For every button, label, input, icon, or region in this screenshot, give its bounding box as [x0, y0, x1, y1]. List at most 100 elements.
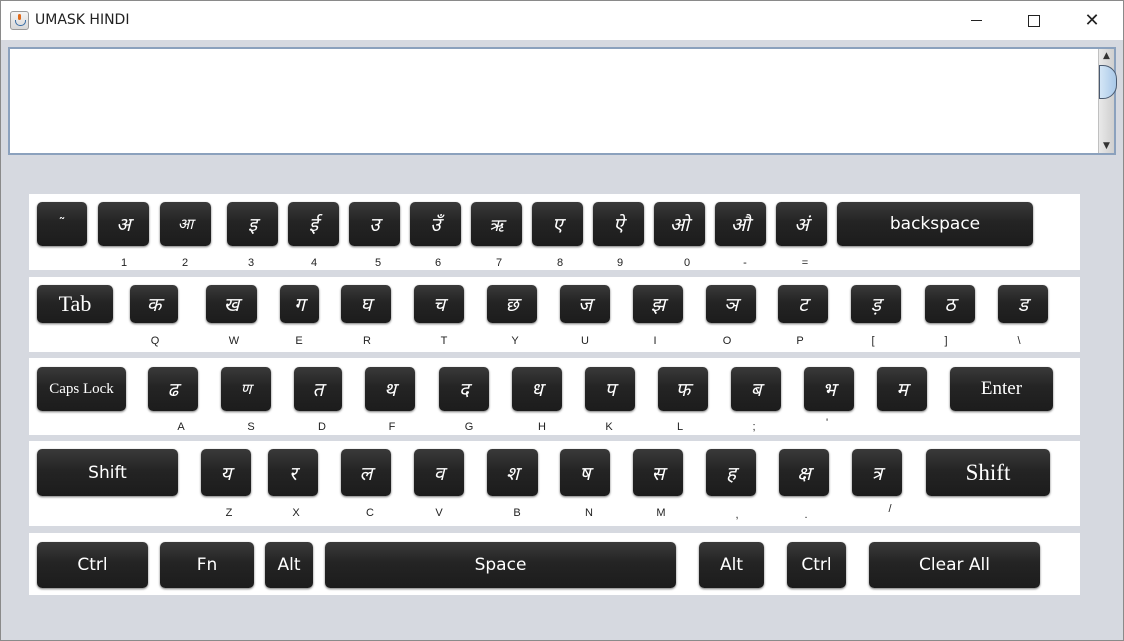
right-alt-key[interactable]: Alt	[699, 542, 764, 588]
key-ksha[interactable]: क्ष	[779, 449, 829, 496]
key-au[interactable]: औ	[715, 202, 766, 246]
key-dha[interactable]: ध	[512, 367, 562, 411]
key-sublabel: 2	[181, 257, 189, 269]
key-sublabel: \	[1017, 335, 1021, 347]
keyboard-row-1: ˜ अ आ इ ई उ उँ ऋ ए ऐ ओ औ अं backspace 1 …	[29, 194, 1080, 270]
key-gha[interactable]: घ	[341, 285, 391, 323]
key-ii[interactable]: ई	[288, 202, 339, 246]
key-sublabel: M	[656, 507, 666, 519]
backspace-key[interactable]: backspace	[837, 202, 1033, 246]
key-sublabel: H	[538, 421, 546, 433]
key-sublabel: 4	[310, 257, 318, 269]
vertical-scrollbar[interactable]: ▲ ▼	[1098, 49, 1117, 153]
key-sublabel: F	[388, 421, 396, 433]
scroll-up-arrow-icon[interactable]: ▲	[1099, 49, 1114, 63]
key-sublabel: W	[228, 335, 240, 347]
key-sha[interactable]: श	[487, 449, 538, 496]
key-ga[interactable]: ग	[280, 285, 319, 323]
key-ttha[interactable]: ठ	[925, 285, 975, 323]
key-sublabel: ,	[735, 509, 739, 521]
key-ddha[interactable]: ढ	[148, 367, 198, 411]
title-bar: UMASK HINDI ✕	[1, 1, 1123, 40]
key-pa[interactable]: प	[585, 367, 635, 411]
keyboard-row-5: Ctrl Fn Alt Space Alt Ctrl Clear All	[29, 533, 1080, 595]
key-sublabel: Q	[150, 335, 160, 347]
key-ha[interactable]: ह	[706, 449, 756, 496]
key-sublabel: I	[653, 335, 657, 347]
scrollbar-thumb[interactable]	[1099, 65, 1117, 99]
enter-key[interactable]: Enter	[950, 367, 1053, 411]
space-key[interactable]: Space	[325, 542, 676, 588]
key-sublabel: ]	[944, 335, 948, 347]
key-chha[interactable]: छ	[487, 285, 537, 323]
left-alt-key[interactable]: Alt	[265, 542, 313, 588]
key-sublabel: N	[585, 507, 593, 519]
maximize-icon	[1028, 14, 1040, 27]
close-button[interactable]: ✕	[1063, 1, 1121, 40]
maximize-button[interactable]	[1005, 1, 1063, 40]
key-sublabel: T	[440, 335, 448, 347]
key-da[interactable]: द	[439, 367, 489, 411]
key-sublabel: V	[435, 507, 443, 519]
key-jha[interactable]: झ	[633, 285, 683, 323]
key-dda[interactable]: ड	[998, 285, 1048, 323]
key-sublabel: K	[605, 421, 613, 433]
key-tha[interactable]: थ	[365, 367, 415, 411]
key-ai[interactable]: ऐ	[593, 202, 644, 246]
key-sublabel: Y	[511, 335, 519, 347]
key-i[interactable]: इ	[227, 202, 278, 246]
key-pha[interactable]: फ	[658, 367, 708, 411]
left-shift-key[interactable]: Shift	[37, 449, 178, 496]
key-ri[interactable]: ऋ	[471, 202, 522, 246]
key-u-chandrabindu[interactable]: उँ	[410, 202, 461, 246]
key-sublabel: 8	[556, 257, 564, 269]
key-sublabel: E	[295, 335, 303, 347]
key-sublabel: U	[581, 335, 589, 347]
key-sublabel: 1	[120, 257, 128, 269]
key-nya[interactable]: ञ	[706, 285, 756, 323]
key-cha[interactable]: च	[414, 285, 464, 323]
key-sublabel: L	[676, 421, 684, 433]
key-sublabel: P	[796, 335, 804, 347]
key-ja[interactable]: ज	[560, 285, 610, 323]
caps-lock-key[interactable]: Caps Lock	[37, 367, 126, 411]
right-shift-key[interactable]: Shift	[926, 449, 1050, 496]
key-sublabel: X	[292, 507, 300, 519]
key-bha[interactable]: भ	[804, 367, 854, 411]
key-ka[interactable]: क	[130, 285, 178, 323]
key-ba[interactable]: ब	[731, 367, 781, 411]
key-kha[interactable]: ख	[206, 285, 257, 323]
minimize-button[interactable]	[947, 1, 1005, 40]
key-sublabel: ;	[752, 421, 756, 433]
key-la[interactable]: ल	[341, 449, 391, 496]
key-va[interactable]: व	[414, 449, 464, 496]
text-input[interactable]	[10, 49, 1098, 153]
key-sublabel: C	[366, 507, 374, 519]
key-sublabel: [	[871, 335, 875, 347]
key-e[interactable]: ए	[532, 202, 583, 246]
key-tilde[interactable]: ˜	[37, 202, 87, 246]
key-am[interactable]: अं	[776, 202, 827, 246]
key-sublabel: R	[363, 335, 371, 347]
key-ra[interactable]: र	[268, 449, 318, 496]
key-u[interactable]: उ	[349, 202, 400, 246]
key-ssa[interactable]: ष	[560, 449, 610, 496]
left-ctrl-key[interactable]: Ctrl	[37, 542, 148, 588]
close-icon: ✕	[1084, 9, 1100, 31]
key-tta[interactable]: ट	[778, 285, 828, 323]
key-sa[interactable]: स	[633, 449, 683, 496]
key-nna[interactable]: ण	[221, 367, 271, 411]
scroll-down-arrow-icon[interactable]: ▼	[1099, 139, 1114, 153]
key-tra[interactable]: त्र	[852, 449, 902, 496]
fn-key[interactable]: Fn	[160, 542, 254, 588]
key-ta[interactable]: त	[294, 367, 342, 411]
key-ma[interactable]: म	[877, 367, 927, 411]
right-ctrl-key[interactable]: Ctrl	[787, 542, 846, 588]
tab-key[interactable]: Tab	[37, 285, 113, 323]
key-ya[interactable]: य	[201, 449, 251, 496]
key-dda-dot[interactable]: ड़	[851, 285, 901, 323]
key-aa[interactable]: आ	[160, 202, 211, 246]
clear-all-button[interactable]: Clear All	[869, 542, 1040, 588]
key-o[interactable]: ओ	[654, 202, 705, 246]
key-a[interactable]: अ	[98, 202, 149, 246]
